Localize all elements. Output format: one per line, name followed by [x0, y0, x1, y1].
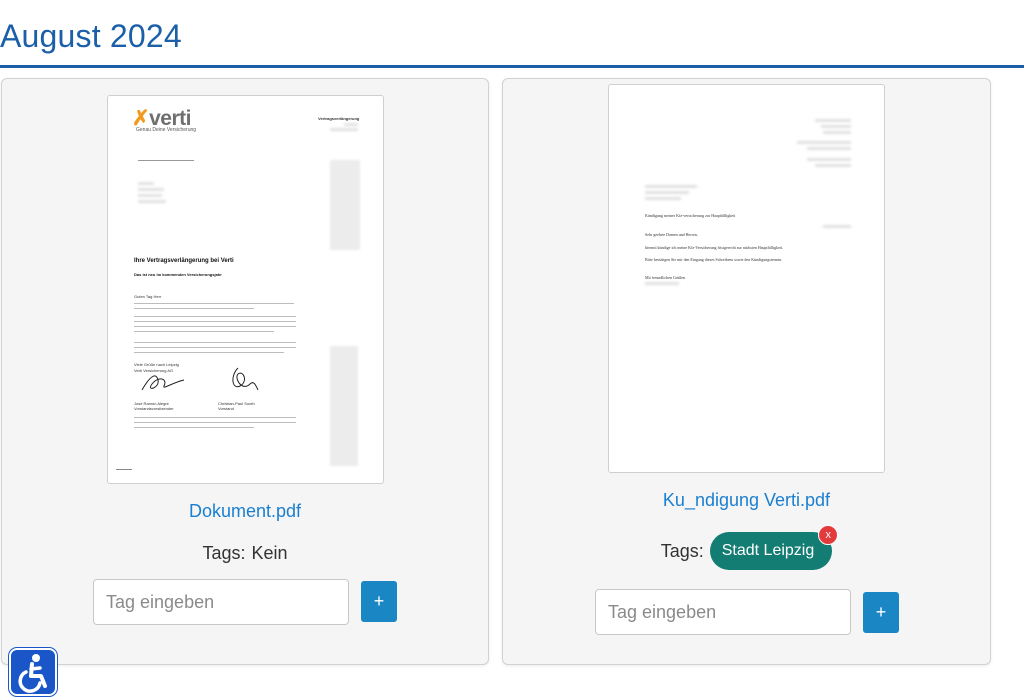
tags-row: Tags: Stadt Leipzig x — [503, 525, 990, 571]
document-thumbnail[interactable]: Kündigung meiner Kfz-versicherung zur Ha… — [608, 84, 885, 473]
add-tag-button[interactable]: + — [863, 592, 899, 633]
doc-salutation: Sehr geehrte Damen und Herren, — [645, 232, 698, 237]
document-filename-link[interactable]: Ku_ndigung Verti.pdf — [503, 490, 990, 511]
signature-1-icon — [141, 375, 185, 391]
accessibility-button[interactable] — [9, 648, 57, 696]
document-card: Kündigung meiner Kfz-versicherung zur Ha… — [502, 78, 991, 665]
doc-signer-1-role: Vorstandsvorsitzender — [134, 406, 174, 411]
remove-tag-button[interactable]: x — [818, 525, 839, 545]
doc-body-1: hiermit kündige ich meine Kfz-Versicheru… — [645, 245, 784, 250]
tag-chip[interactable]: Stadt Leipzig x — [709, 525, 839, 570]
tag-input[interactable] — [93, 579, 349, 625]
doc-signer-2-role: Vorstand — [218, 406, 234, 411]
page-title: August 2024 — [0, 18, 182, 54]
document-card: ✗verti Genau Deine Versicherung Vertrags… — [1, 78, 489, 665]
tags-label: Tags: — [660, 540, 704, 561]
doc-subheading: Das ist neu im kommenden Versicherungsja… — [134, 272, 222, 277]
tags-none-value: Kein — [251, 542, 288, 563]
document-thumbnail[interactable]: ✗verti Genau Deine Versicherung Vertrags… — [107, 95, 384, 484]
doc-heading: Ihre Vertragsverlängerung bei Verti — [134, 258, 234, 264]
tag-chip-label: Stadt Leipzig — [721, 542, 815, 559]
document-preview: Kündigung meiner Kfz-versicherung zur Ha… — [609, 85, 884, 472]
tags-row: Tags: Kein — [2, 541, 488, 565]
doc-body-2: Bitte bestätigen Sie mir den Eingang die… — [645, 257, 783, 262]
doc-header-right: Vertragsverlängerung — [318, 116, 360, 121]
tags-label: Tags: — [202, 542, 246, 563]
doc-tagline: Genau Deine Versicherung — [136, 127, 197, 133]
wheelchair-icon — [18, 654, 47, 693]
doc-subject: Kündigung meiner Kfz-versicherung zur Ha… — [645, 213, 736, 218]
doc-greeting: Guten Tag Herr — [134, 294, 162, 299]
page-header: August 2024 — [0, 0, 1024, 68]
signature-2-icon — [232, 367, 259, 391]
add-tag-button[interactable]: + — [361, 581, 397, 622]
tag-input[interactable] — [595, 589, 851, 635]
doc-closing: Viele Grüße nach Leipzig — [134, 362, 179, 367]
document-preview: ✗verti Genau Deine Versicherung Vertrags… — [108, 96, 383, 483]
doc-closing: Mit freundlichen Grüßen — [645, 275, 685, 280]
document-filename-link[interactable]: Dokument.pdf — [2, 501, 488, 522]
